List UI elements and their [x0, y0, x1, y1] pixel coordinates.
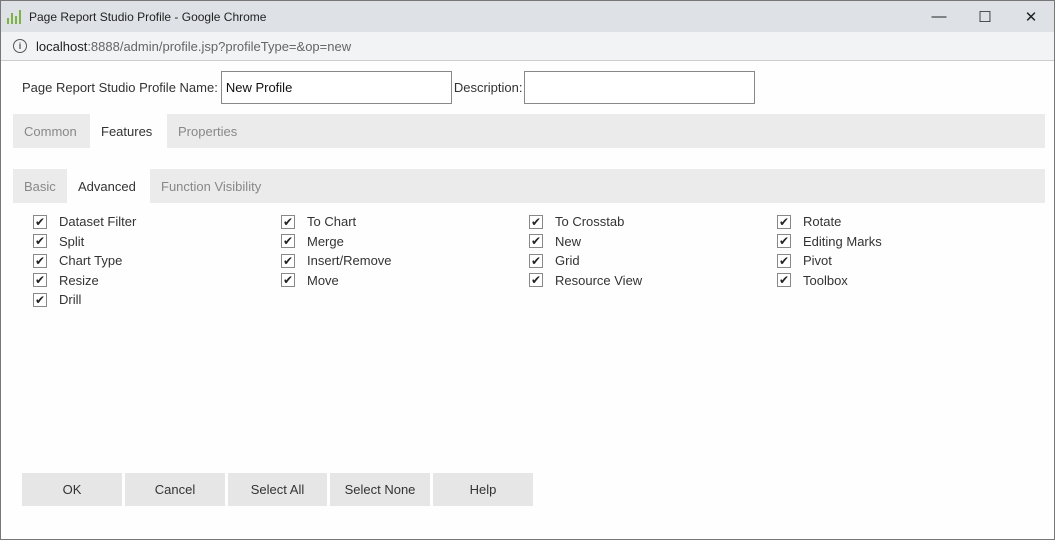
checkbox-label: Merge: [307, 233, 344, 249]
checkbox-icon[interactable]: ✔: [529, 234, 543, 248]
minimize-icon[interactable]: —: [916, 1, 962, 32]
checkbox-drill[interactable]: ✔ Drill: [33, 292, 81, 307]
checkbox-icon[interactable]: ✔: [777, 253, 791, 268]
checkbox-label: Grid: [555, 253, 580, 268]
checkbox-label: Drill: [59, 292, 82, 307]
checkbox-icon[interactable]: ✔: [281, 253, 295, 268]
url-text: localhost:8888/admin/profile.jsp?profile…: [36, 39, 351, 54]
checkbox-label: Dataset Filter: [59, 214, 137, 229]
checkbox-editing-marks[interactable]: ✔ Editing Marks: [777, 234, 882, 249]
checkbox-label: Split: [59, 233, 85, 249]
checkbox-grid[interactable]: ✔ Grid: [529, 253, 580, 268]
checkbox-icon[interactable]: ✔: [281, 214, 295, 229]
checkbox-toolbox[interactable]: ✔ Toolbox: [777, 273, 848, 288]
checkbox-insert-remove[interactable]: ✔ Insert/Remove: [281, 253, 392, 268]
info-icon[interactable]: i: [13, 39, 27, 53]
checkbox-label: New: [555, 233, 582, 249]
checkbox-icon[interactable]: ✔: [33, 292, 47, 307]
checkbox-label: Pivot: [803, 253, 832, 268]
checkbox-to-chart[interactable]: ✔ To Chart: [281, 214, 356, 229]
checkbox-label: Toolbox: [803, 272, 848, 288]
checkbox-icon[interactable]: ✔: [281, 234, 295, 248]
description-input[interactable]: [524, 71, 756, 104]
description-label: Description:: [453, 80, 523, 95]
checkbox-pivot[interactable]: ✔ Pivot: [777, 253, 832, 268]
checkbox-label: Insert/Remove: [307, 253, 392, 268]
url-host: localhost: [36, 38, 88, 54]
select-none-button[interactable]: Select None: [330, 473, 430, 506]
tab-properties[interactable]: Properties: [167, 114, 248, 148]
select-all-button[interactable]: Select All: [228, 473, 327, 506]
checkbox-icon[interactable]: ✔: [529, 253, 543, 268]
tab-advanced[interactable]: Advanced: [67, 169, 150, 203]
checkbox-icon[interactable]: ✔: [777, 234, 791, 248]
ok-button[interactable]: OK: [22, 473, 122, 506]
checkbox-resource-view[interactable]: ✔ Resource View: [529, 273, 642, 288]
checkbox-resize[interactable]: ✔ Resize: [33, 273, 99, 288]
profile-name-input[interactable]: [220, 71, 452, 104]
checkbox-label: Move: [307, 272, 339, 288]
app-logo-icon: [7, 9, 21, 24]
checkbox-icon[interactable]: ✔: [33, 253, 47, 268]
tab-basic[interactable]: Basic: [13, 169, 67, 203]
profile-name-label: Page Report Studio Profile Name:: [22, 80, 218, 95]
checkbox-chart-type[interactable]: ✔ Chart Type: [33, 253, 122, 268]
tab-common[interactable]: Common: [13, 114, 90, 148]
checkbox-icon[interactable]: ✔: [33, 234, 47, 248]
checkbox-icon[interactable]: ✔: [777, 214, 791, 229]
checkbox-icon[interactable]: ✔: [33, 273, 47, 287]
tab-features[interactable]: Features: [90, 114, 167, 148]
checkbox-label: Resize: [59, 272, 99, 288]
checkbox-merge[interactable]: ✔ Merge: [281, 234, 344, 249]
help-button[interactable]: Help: [433, 473, 533, 506]
tab-function-visibility[interactable]: Function Visibility: [150, 169, 272, 203]
window-title: Page Report Studio Profile - Google Chro…: [29, 9, 267, 24]
checkbox-icon[interactable]: ✔: [33, 214, 47, 229]
checkbox-label: Chart Type: [59, 253, 123, 268]
main-tabs: Common Features Properties: [13, 114, 1045, 148]
close-icon[interactable]: ✕: [1008, 1, 1054, 32]
checkbox-rotate[interactable]: ✔ Rotate: [777, 214, 841, 229]
checkbox-icon[interactable]: ✔: [777, 273, 791, 287]
maximize-icon[interactable]: ☐: [962, 1, 1008, 32]
checkbox-split[interactable]: ✔ Split: [33, 234, 84, 249]
checkbox-label: Resource View: [555, 272, 643, 288]
sub-tabs: Basic Advanced Function Visibility: [13, 169, 1045, 203]
checkbox-to-crosstab[interactable]: ✔ To Crosstab: [529, 214, 624, 229]
checkbox-icon[interactable]: ✔: [281, 273, 295, 287]
checkbox-dataset-filter[interactable]: ✔ Dataset Filter: [33, 214, 136, 229]
checkbox-label: To Crosstab: [555, 214, 625, 229]
checkbox-label: Editing Marks: [803, 233, 882, 249]
checkbox-icon[interactable]: ✔: [529, 214, 543, 229]
title-bar: Page Report Studio Profile - Google Chro…: [1, 1, 1054, 32]
checkbox-new[interactable]: ✔ New: [529, 234, 581, 249]
checkbox-label: To Chart: [307, 214, 357, 229]
url-path: :8888/admin/profile.jsp?profileType=&op=…: [87, 38, 352, 54]
address-bar[interactable]: i localhost:8888/admin/profile.jsp?profi…: [1, 32, 1054, 61]
checkbox-icon[interactable]: ✔: [529, 273, 543, 287]
cancel-button[interactable]: Cancel: [125, 473, 225, 506]
checkbox-label: Rotate: [803, 214, 842, 229]
checkbox-move[interactable]: ✔ Move: [281, 273, 339, 288]
